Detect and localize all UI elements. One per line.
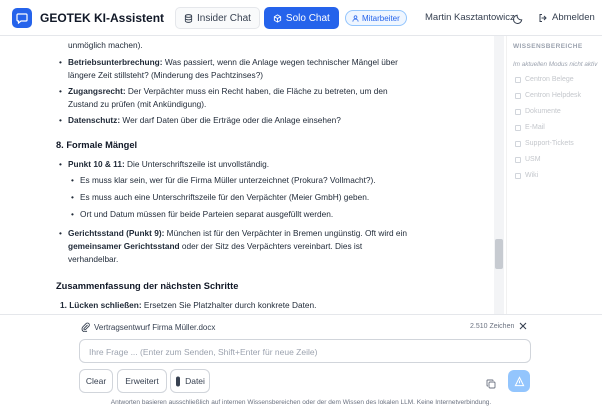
list-item: Ort und Datum müssen für beide Parteien …: [68, 208, 408, 221]
footer-disclaimer: Antworten basieren ausschließlich auf in…: [110, 399, 492, 406]
checkbox-icon: [515, 140, 521, 147]
copy-icon[interactable]: [486, 376, 496, 389]
checkbox-icon: [515, 108, 521, 115]
knowledge-item-centron-belege: Centron Belege: [515, 76, 574, 83]
knowledge-item-dokumente: Dokumente: [515, 108, 561, 115]
extended-button[interactable]: Erweitert: [117, 369, 167, 393]
knowledge-item-email: E-Mail: [515, 124, 545, 131]
attachment-size: 2.510 Zeichen: [470, 323, 515, 330]
paperclip-icon: [81, 322, 90, 332]
chat-logo-icon: [12, 8, 32, 28]
attachment-chip: Vertragsentwurf Firma Müller.docx 2.510 …: [79, 321, 531, 335]
knowledge-item-usm: USM: [515, 156, 541, 163]
dark-mode-toggle[interactable]: [511, 11, 525, 25]
section-title: 8. Formale Mängel: [56, 140, 138, 150]
checkbox-icon: [515, 172, 521, 179]
knowledge-item-wiki: Wiki: [515, 172, 538, 179]
file-button-label: Datei: [185, 376, 205, 386]
list-item: Es muss auch eine Unterschriftszeile für…: [68, 191, 408, 204]
list-item: Datenschutz: Wer darf Daten über die Ert…: [56, 114, 408, 127]
solo-chat-button[interactable]: Solo Chat: [263, 7, 339, 29]
composer: Vertragsentwurf Firma Müller.docx 2.510 …: [0, 314, 602, 412]
list-item: Zugangsrecht: Der Verpächter muss ein Re…: [56, 85, 408, 111]
attachment-name: Vertragsentwurf Firma Müller.docx: [94, 323, 216, 332]
list-item: Es muss klar sein, wer für die Firma Mül…: [68, 174, 408, 187]
database-icon: [184, 13, 193, 23]
logout-label: Abmelden: [552, 12, 595, 23]
insider-chat-label: Insider Chat: [197, 12, 251, 24]
formal-list: Punkt 10 & 11: Die Unterschriftszeile is…: [56, 158, 408, 171]
app-title: GEOTEK KI-Assistent: [40, 11, 165, 25]
checkbox-icon: [515, 92, 521, 99]
insider-chat-button[interactable]: Insider Chat: [175, 7, 260, 29]
send-icon: [514, 375, 524, 386]
inactive-note: Im aktuellen Modus nicht aktiv: [513, 61, 598, 68]
solo-chat-label: Solo Chat: [285, 12, 330, 24]
send-button[interactable]: [508, 370, 530, 392]
list-item: Punkt 10 & 11: Die Unterschriftszeile is…: [56, 158, 408, 171]
knowledge-item-centron-helpdesk: Centron Helpdesk: [515, 92, 581, 99]
mode-switch: Insider Chat Solo Chat: [175, 7, 339, 29]
checkbox-icon: [515, 124, 521, 131]
signature-sublist: Es muss klar sein, wer für die Firma Mül…: [68, 174, 408, 221]
knowledge-areas-title: WISSENSBEREICHE: [513, 43, 583, 50]
user-icon: [352, 14, 359, 22]
question-input[interactable]: Ihre Frage ... (Enter zum Senden, Shift+…: [79, 339, 531, 363]
section-title: Zusammenfassung der nächsten Schritte: [56, 281, 239, 291]
checkbox-icon: [515, 76, 521, 83]
knowledge-item-support-tickets: Support-Tickets: [515, 140, 574, 147]
logout-icon: [539, 13, 547, 22]
chat-message-content: unmöglich machen). Betriebsunterbrechung…: [48, 36, 408, 314]
user-name: Martin Kasztantowicz: [425, 12, 515, 23]
list-item: Betriebsunterbrechung: Was passiert, wen…: [56, 56, 408, 82]
moon-icon: [512, 14, 522, 24]
role-badge: Mitarbeiter: [345, 10, 407, 26]
file-button[interactable]: Datei: [170, 369, 210, 393]
role-badge-label: Mitarbeiter: [362, 13, 400, 23]
logout-button[interactable]: Abmelden: [538, 12, 595, 23]
summary-item: 1. Lücken schließen: Ersetzen Sie Platzh…: [60, 300, 317, 310]
clear-button[interactable]: Clear: [79, 369, 113, 393]
scrollbar-thumb[interactable]: [495, 239, 503, 269]
file-icon: [176, 376, 181, 386]
checkbox-icon: [515, 156, 521, 163]
paragraph-tail: unmöglich machen).: [68, 40, 143, 50]
court-list: Gerichtsstand (Punkt 9): München ist für…: [56, 227, 408, 266]
knowledge-areas-panel: WISSENSBEREICHE Im aktuellen Modus nicht…: [506, 36, 602, 314]
content-scrollbar[interactable]: [494, 36, 504, 314]
app-header: GEOTEK KI-Assistent Insider Chat Solo Ch…: [0, 0, 602, 36]
remove-attachment-icon[interactable]: [519, 322, 529, 332]
cube-icon: [273, 13, 282, 23]
rights-list: Betriebsunterbrechung: Was passiert, wen…: [56, 56, 408, 127]
list-item: Gerichtsstand (Punkt 9): München ist für…: [56, 227, 408, 266]
